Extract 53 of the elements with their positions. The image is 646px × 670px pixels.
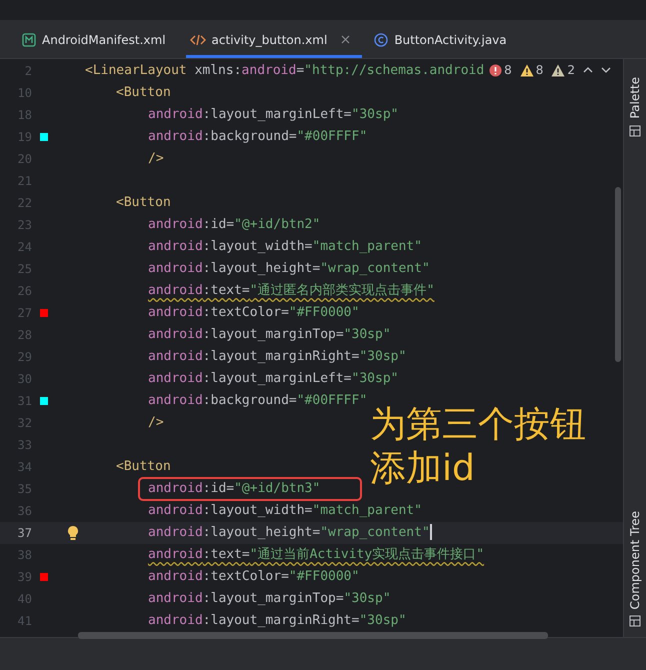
code-line: android:textColor="#FF0000" [148, 304, 360, 322]
class-icon [374, 32, 388, 46]
code-line: android:layout_marginTop="30sp" [148, 326, 391, 344]
manifest-file-icon [22, 32, 36, 46]
code-line: android:layout_marginRight="30sp" [148, 348, 406, 366]
code-line: android:layout_height="wrap_content" [148, 523, 432, 542]
color-swatch[interactable] [40, 397, 48, 405]
code-line: android:layout_width="match_parent" [148, 502, 422, 520]
code-line: android:layout_width="match_parent" [148, 238, 422, 256]
code-line: android:layout_marginLeft="30sp" [148, 106, 398, 124]
code-line: android:background="#00FFFF" [148, 392, 368, 410]
panel-icon [629, 615, 641, 627]
code-line: android:layout_height="wrap_content" [148, 260, 430, 278]
caret-up-icon[interactable] [583, 67, 593, 73]
issue-count: 8 [504, 63, 512, 77]
color-swatch[interactable] [40, 133, 48, 141]
code-line: android:text="通过当前Activity实现点击事件接口" [148, 546, 484, 564]
code-line: android:id="@+id/btn2" [148, 216, 320, 234]
side-panel-tab[interactable]: Palette [624, 77, 646, 137]
warning-icon[interactable] [551, 64, 566, 76]
code-line: <Button [116, 458, 171, 476]
code-line: android:layout_marginLeft="30sp" [148, 370, 398, 388]
annotation-text: 添加id [370, 447, 476, 491]
close-icon[interactable] [341, 35, 350, 44]
code-line: android:layout_marginTop="30sp" [148, 590, 391, 608]
code-line: <Button [116, 84, 171, 102]
warning-icon[interactable] [520, 64, 534, 76]
code-line: /> [148, 150, 164, 168]
code-icon [190, 32, 206, 46]
caret-down-icon[interactable] [601, 67, 611, 73]
lightbulb-icon[interactable] [66, 525, 78, 541]
editor-tab[interactable]: activity_button.xml [186, 21, 362, 58]
scrollbar[interactable] [78, 632, 548, 639]
issue-count: 8 [536, 63, 544, 77]
annotation-text: 为第三个按钮 [370, 403, 586, 447]
code-line: android:background="#00FFFF" [148, 128, 368, 146]
code-line: android:text="通过匿名内部类实现点击事件" [148, 282, 434, 300]
color-swatch[interactable] [40, 573, 48, 581]
code-line: android:layout_marginRight="30sp" [148, 612, 406, 630]
error-icon[interactable] [489, 64, 502, 76]
editor-tab[interactable]: AndroidManifest.xml [18, 21, 178, 58]
editor-tab[interactable]: ButtonActivity.java [370, 21, 519, 58]
line-number: 37 [16, 526, 32, 540]
code-line: <Button [116, 194, 171, 212]
code-line: <LinearLayout xmlns:android="http://schemas.android [85, 62, 484, 80]
scrollbar[interactable] [615, 187, 621, 362]
panel-icon [629, 124, 641, 137]
code-line: android:id="@+id/btn3" [140, 479, 360, 499]
code-line: /> [148, 414, 164, 432]
side-panel-tab[interactable]: Component Tree [624, 510, 646, 627]
color-swatch[interactable] [40, 309, 48, 317]
code-line: android:textColor="#FF0000" [148, 568, 360, 586]
issue-count: 2 [567, 63, 575, 77]
